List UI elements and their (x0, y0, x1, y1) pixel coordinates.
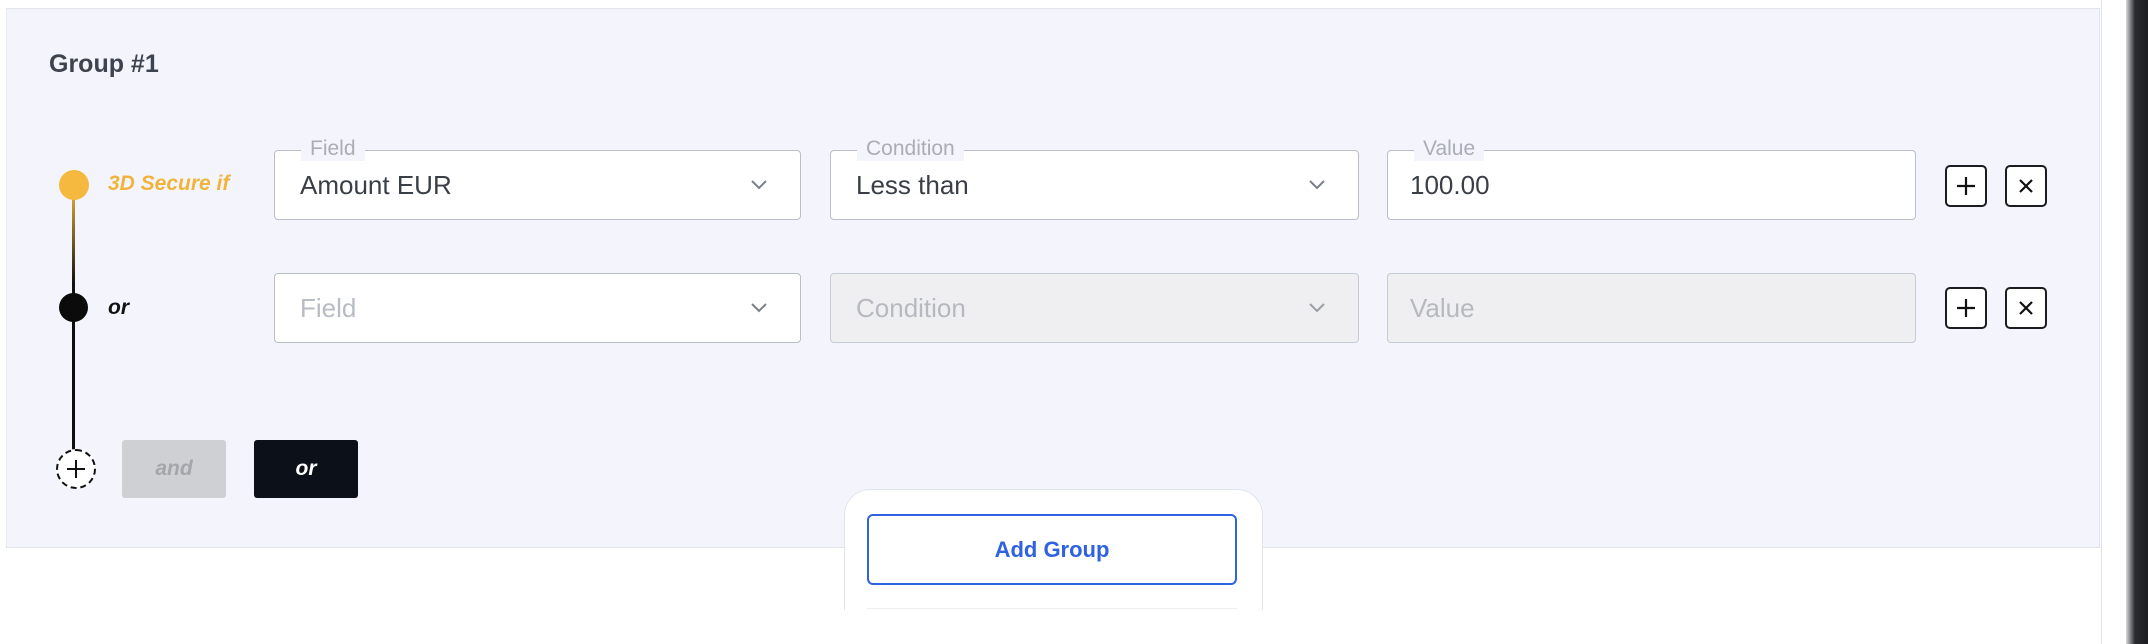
add-condition-button[interactable] (56, 449, 96, 489)
field-legend: Field (301, 137, 365, 161)
value-input[interactable]: Value 100.00 (1387, 137, 1916, 220)
rule-marker-dot (59, 293, 88, 322)
field-placeholder: Field (300, 293, 357, 323)
condition-legend: Condition (857, 137, 964, 161)
value-legend: Value (1414, 137, 1485, 161)
chevron-down-icon (751, 303, 767, 313)
timeline-connector (72, 186, 75, 294)
add-group-button[interactable]: Add Group (867, 514, 1237, 585)
field-select[interactable]: Field (274, 273, 801, 343)
timeline-connector (72, 308, 75, 450)
chevron-down-icon (1309, 303, 1325, 313)
field-select[interactable]: Field Amount EUR (274, 137, 801, 220)
chevron-down-icon (751, 180, 767, 190)
condition-placeholder: Condition (856, 293, 966, 323)
rule-prefix-label: or (108, 296, 129, 319)
rule-prefix-label: 3D Secure if (108, 172, 230, 195)
divider (867, 608, 1237, 609)
or-button[interactable]: or (254, 440, 358, 498)
remove-rule-button[interactable] (2005, 287, 2047, 329)
group-title: Group #1 (49, 50, 159, 78)
add-rule-button[interactable] (1945, 287, 1987, 329)
window-edge (2126, 0, 2148, 644)
divider (2101, 0, 2102, 644)
and-button[interactable]: and (122, 440, 226, 498)
add-rule-button[interactable] (1945, 165, 1987, 207)
condition-value: Less than (856, 170, 969, 200)
close-icon (2019, 301, 2033, 315)
plus-icon (67, 460, 85, 478)
condition-select[interactable]: Condition (830, 273, 1359, 343)
condition-select[interactable]: Condition Less than (830, 137, 1359, 220)
field-value: Amount EUR (300, 170, 452, 200)
close-icon (2019, 179, 2033, 193)
value-text: 100.00 (1410, 170, 1490, 200)
value-placeholder: Value (1410, 293, 1475, 323)
chevron-down-icon (1309, 180, 1325, 190)
plus-icon (1957, 299, 1975, 317)
value-input[interactable]: Value (1387, 273, 1916, 343)
rule-marker-dot (59, 170, 89, 200)
remove-rule-button[interactable] (2005, 165, 2047, 207)
plus-icon (1957, 177, 1975, 195)
